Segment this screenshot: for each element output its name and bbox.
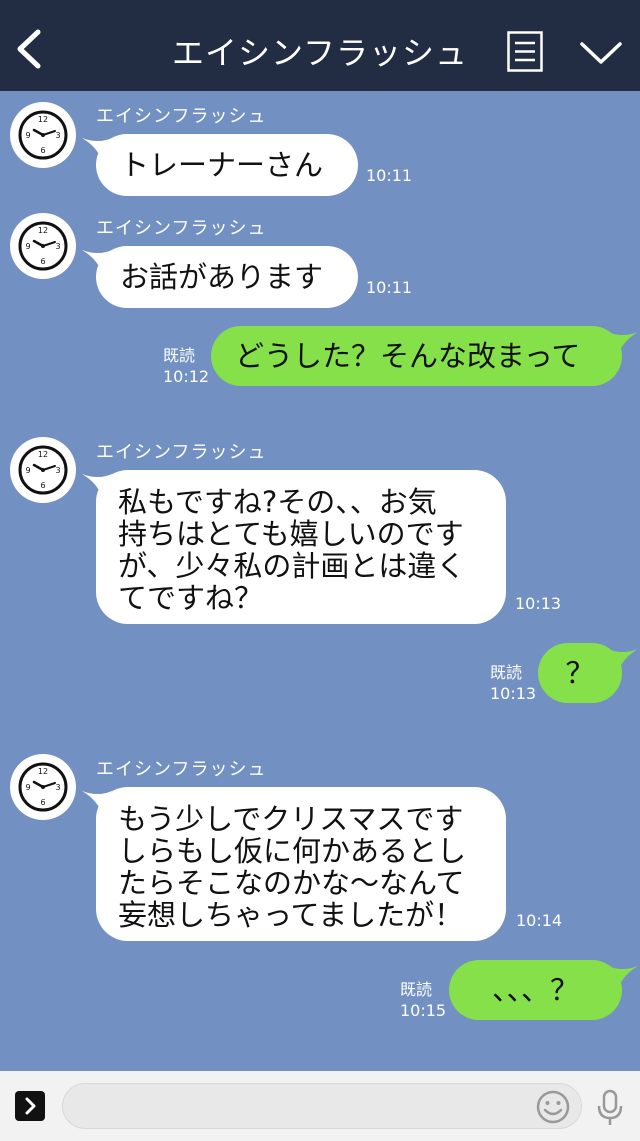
chevron-down-icon [580, 42, 622, 64]
message-text: トレーナーさん [120, 148, 324, 182]
message-text-line: たらそこなのかな〜なんて [118, 866, 465, 900]
avatar[interactable]: 12 3 6 9 [10, 754, 76, 820]
message-time: 10:11 [366, 166, 413, 185]
expand-button[interactable] [15, 1091, 45, 1121]
svg-text:12: 12 [38, 450, 48, 459]
svg-text:6: 6 [40, 257, 45, 266]
chevron-right-icon [25, 1097, 36, 1115]
avatar[interactable]: 12 3 6 9 [10, 437, 76, 503]
message-text-line: てですね？ [118, 581, 264, 615]
chat-header: エイシンフラッシュ [0, 0, 640, 91]
message-text: どうした？そんな改まって [235, 339, 581, 373]
message-text-line: 妄想しちゃってましたが！ [118, 898, 464, 932]
svg-text:9: 9 [25, 131, 30, 140]
sender-name: エイシンフラッシュ [96, 218, 267, 239]
message-input-bar [0, 1071, 640, 1141]
clock-icon: 12 3 6 9 [18, 110, 68, 160]
svg-text:12: 12 [38, 767, 48, 776]
read-label: 既読 [400, 980, 433, 999]
svg-text:9: 9 [25, 466, 30, 475]
sender-name: エイシンフラッシュ [96, 442, 267, 463]
svg-text:9: 9 [25, 242, 30, 251]
read-status: 既読 10:15 [400, 979, 446, 1021]
svg-text:12: 12 [38, 226, 48, 235]
svg-text:3: 3 [55, 242, 60, 251]
sender-name: エイシンフラッシュ [96, 759, 267, 780]
svg-text:6: 6 [40, 798, 45, 807]
message-bubble[interactable]: トレーナーさん [96, 134, 358, 196]
message-bubble[interactable]: どうした？そんな改まって [211, 326, 622, 386]
message-time: 10:12 [163, 367, 210, 386]
clock-icon: 12 3 6 9 [18, 445, 68, 495]
microphone-icon [597, 1089, 623, 1125]
bubble-tail [608, 966, 638, 988]
microphone-button[interactable] [596, 1089, 624, 1127]
svg-text:3: 3 [55, 783, 60, 792]
svg-text:6: 6 [40, 481, 45, 490]
read-status: 既読 10:13 [490, 662, 536, 704]
chat-title: エイシンフラッシュ [171, 34, 469, 72]
svg-text:9: 9 [25, 783, 30, 792]
chevron-left-icon [17, 29, 41, 69]
clock-icon: 12 3 6 9 [18, 762, 68, 812]
smiley-icon [536, 1090, 570, 1124]
menu-button[interactable] [507, 31, 543, 72]
message-bubble[interactable]: お話があります [96, 246, 358, 308]
message-text: お話があります [120, 260, 324, 294]
message-time: 10:13 [490, 684, 537, 703]
message-text-line: もう少しでクリスマスです [118, 802, 464, 836]
message-text-line: が、少々私の計画とは違く [118, 549, 466, 583]
bubble-tail [608, 649, 638, 671]
back-button[interactable] [12, 26, 48, 72]
message-input[interactable] [62, 1083, 582, 1129]
message-time: 10:15 [400, 1001, 447, 1020]
svg-text:3: 3 [55, 466, 60, 475]
emoji-button[interactable] [535, 1089, 571, 1125]
sender-name: エイシンフラッシュ [96, 106, 267, 127]
message-text-line: 持ちはとても嬉しいのです [118, 517, 464, 551]
message-bubble[interactable]: 私もですね?その、、お気 持ちはとても嬉しいのです が、少々私の計画とは違く て… [96, 470, 506, 624]
message-time: 10:11 [366, 278, 413, 297]
svg-text:6: 6 [40, 146, 45, 155]
message-time: 10:14 [516, 911, 563, 930]
svg-text:12: 12 [38, 115, 48, 124]
avatar[interactable]: 12 3 6 9 [10, 213, 76, 279]
message-bubble[interactable]: 、、、？ [449, 960, 622, 1020]
message-text: 、、、？ [491, 973, 579, 1007]
read-status: 既読 10:12 [163, 345, 209, 387]
clock-icon: 12 3 6 9 [18, 221, 68, 271]
svg-text:3: 3 [55, 131, 60, 140]
bubble-tail [608, 332, 638, 354]
collapse-button[interactable] [578, 35, 624, 69]
message-text-line: 私もですね?その、、お気 [118, 485, 437, 519]
read-label: 既読 [490, 663, 523, 682]
list-menu-icon [507, 31, 543, 72]
message-bubble[interactable]: もう少しでクリスマスです しらもし仮に何かあるとし たらそこなのかな〜なんて 妄… [96, 787, 506, 941]
message-time: 10:13 [515, 594, 562, 613]
message-text-line: しらもし仮に何かあるとし [118, 834, 467, 868]
avatar[interactable]: 12 3 6 9 [10, 102, 76, 168]
read-label: 既読 [163, 346, 196, 365]
